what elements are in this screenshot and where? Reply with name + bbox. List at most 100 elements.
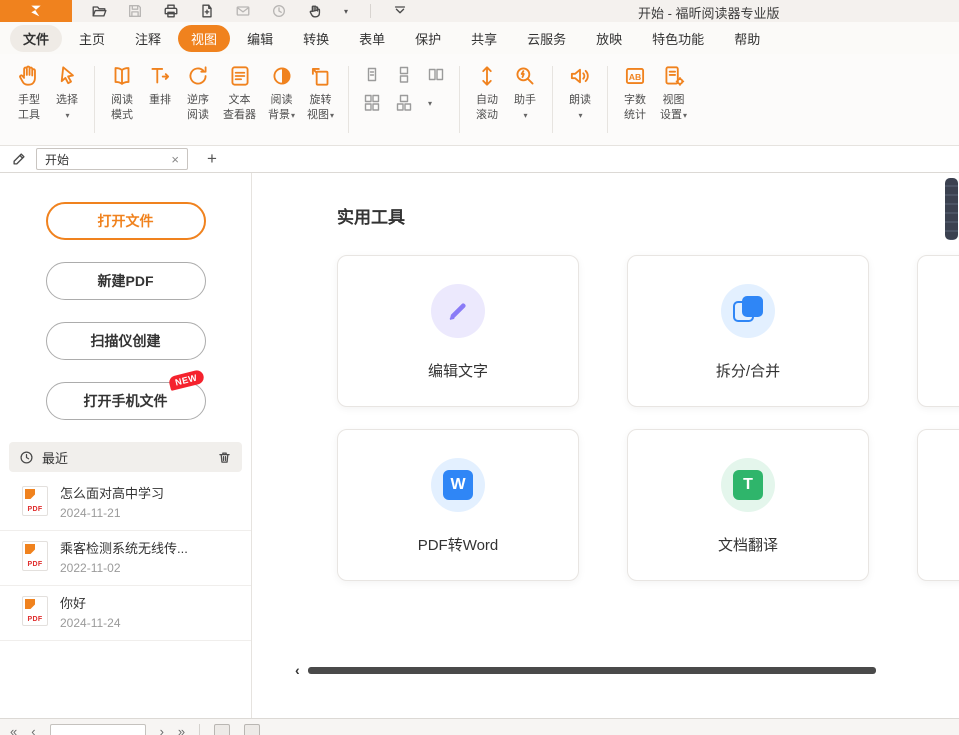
foxit-logo[interactable] bbox=[0, 0, 72, 22]
ribbon-tool-select[interactable]: 选择 ▾ bbox=[48, 62, 86, 124]
tool-label: 手型 bbox=[18, 93, 40, 108]
vertical-scrollbar-thumb[interactable] bbox=[945, 178, 958, 240]
ribbon-tool-rotate-view[interactable]: 旋转 视图▾ bbox=[301, 62, 340, 124]
save-icon[interactable] bbox=[126, 2, 144, 20]
ribbon-tool-read-mode[interactable]: 阅读 模式 bbox=[103, 62, 141, 124]
ribbon-tool-text-viewer[interactable]: 文本 查看器 bbox=[217, 62, 262, 124]
split-merge-icon bbox=[721, 284, 775, 338]
ribbon-group-separator bbox=[607, 66, 608, 133]
ribbon-tool-view-settings[interactable]: 视图 设置▾ bbox=[654, 62, 693, 124]
continuous-facing-icon[interactable] bbox=[363, 94, 381, 112]
tab-edit[interactable]: 编辑 bbox=[234, 25, 286, 52]
export-document-icon[interactable] bbox=[198, 2, 216, 20]
tool-card-edit-text[interactable]: 编辑文字 bbox=[337, 255, 579, 407]
recent-file-date: 2022-11-02 bbox=[60, 561, 188, 575]
page-number-input[interactable] bbox=[50, 724, 146, 735]
customize-toolbar-chevron-icon[interactable] bbox=[391, 2, 409, 20]
single-page-icon[interactable] bbox=[363, 66, 381, 84]
continuous-page-icon[interactable] bbox=[395, 66, 413, 84]
dropdown-arrow-icon: ▾ bbox=[291, 111, 295, 120]
dropdown-arrow-icon: ▾ bbox=[330, 111, 334, 120]
history-clock-icon[interactable] bbox=[270, 2, 288, 20]
open-folder-icon[interactable] bbox=[90, 2, 108, 20]
hand-gesture-icon[interactable] bbox=[306, 2, 324, 20]
ribbon-tool-assistant[interactable]: 助手 ▾ bbox=[506, 62, 544, 124]
document-tab-bar: 开始 × + bbox=[0, 146, 959, 173]
dropdown-arrow-icon: ▾ bbox=[65, 108, 69, 123]
tool-label: 视图 bbox=[663, 93, 685, 108]
statusbar-tool-icon[interactable] bbox=[244, 724, 260, 735]
ribbon-tool-read-aloud[interactable]: 朗读 ▾ bbox=[561, 62, 599, 124]
titlebar: ▾ 开始 - 福昕阅读器专业版 bbox=[0, 0, 959, 22]
edit-pencil-icon[interactable] bbox=[8, 149, 30, 169]
tool-card-label: PDF转Word bbox=[418, 534, 499, 555]
word-letter: W bbox=[443, 470, 473, 500]
foxit-reader-window: ▾ 开始 - 福昕阅读器专业版 文件 主页 注释 视图 编辑 转换 表单 保护 … bbox=[0, 0, 959, 735]
horizontal-scrollbar-thumb[interactable] bbox=[308, 667, 876, 674]
tab-home[interactable]: 主页 bbox=[66, 25, 118, 52]
tab-play[interactable]: 放映 bbox=[583, 25, 635, 52]
translate-letter: T bbox=[733, 470, 763, 500]
statusbar-tool-icon[interactable] bbox=[214, 724, 230, 735]
tab-share[interactable]: 共享 bbox=[458, 25, 510, 52]
tool-label: 朗读 bbox=[569, 93, 591, 108]
partial-tool-card[interactable] bbox=[917, 255, 959, 407]
tab-cloud[interactable]: 云服务 bbox=[514, 25, 579, 52]
tool-label: 选择 bbox=[56, 93, 78, 108]
tool-label: 助手 bbox=[514, 93, 536, 108]
ribbon-tool-read-background[interactable]: 阅读 背景▾ bbox=[262, 62, 301, 124]
ribbon-tool-reflow[interactable]: 重排 bbox=[141, 62, 179, 109]
previous-page-icon[interactable]: ‹ bbox=[31, 724, 35, 735]
recent-file-date: 2024-11-24 bbox=[60, 616, 121, 630]
ribbon-tool-reverse-read[interactable]: 逆序 阅读 bbox=[179, 62, 217, 124]
tool-label: 旋转 bbox=[310, 93, 332, 108]
ribbon-tool-auto-scroll[interactable]: 自动 滚动 bbox=[468, 62, 506, 124]
recent-header-label: 最近 bbox=[42, 448, 217, 467]
close-tab-icon[interactable]: × bbox=[171, 153, 179, 166]
tab-view[interactable]: 视图 bbox=[178, 25, 230, 52]
tab-comment[interactable]: 注释 bbox=[122, 25, 174, 52]
tab-file[interactable]: 文件 bbox=[10, 25, 62, 52]
recent-file-title: 怎么面对高中学习 bbox=[60, 486, 164, 502]
separate-cover-icon[interactable] bbox=[395, 94, 413, 112]
tool-card-translate[interactable]: T 文档翻译 bbox=[627, 429, 869, 581]
last-page-icon[interactable]: » bbox=[178, 724, 185, 735]
first-page-icon[interactable]: « bbox=[10, 724, 17, 735]
tab-help[interactable]: 帮助 bbox=[721, 25, 773, 52]
print-icon[interactable] bbox=[162, 2, 180, 20]
partial-tool-card[interactable] bbox=[917, 429, 959, 581]
tool-label: 文本 bbox=[229, 93, 251, 108]
tool-label: 字数 bbox=[624, 93, 646, 108]
ribbon-group-separator bbox=[94, 66, 95, 133]
open-file-button[interactable]: 打开文件 bbox=[46, 202, 206, 240]
new-pdf-button[interactable]: 新建PDF bbox=[46, 262, 206, 300]
recent-file-item[interactable]: PDF 乘客检测系统无线传... 2022-11-02 bbox=[0, 531, 251, 586]
document-tab-start[interactable]: 开始 × bbox=[36, 148, 188, 170]
hand-dropdown-arrow-icon[interactable]: ▾ bbox=[342, 2, 350, 20]
next-page-icon[interactable]: › bbox=[160, 724, 164, 735]
facing-pages-icon[interactable] bbox=[427, 66, 445, 84]
add-tab-icon[interactable]: + bbox=[202, 149, 222, 169]
tab-form[interactable]: 表单 bbox=[346, 25, 398, 52]
ribbon-tool-word-count[interactable]: AB 字数 统计 bbox=[616, 62, 654, 124]
tab-protect[interactable]: 保护 bbox=[402, 25, 454, 52]
tool-card-split-merge[interactable]: 拆分/合并 bbox=[627, 255, 869, 407]
scroll-left-arrow-icon[interactable]: ‹ bbox=[295, 663, 300, 677]
tab-convert[interactable]: 转换 bbox=[290, 25, 342, 52]
statusbar-separator bbox=[199, 724, 200, 735]
recent-file-item[interactable]: PDF 怎么面对高中学习 2024-11-21 bbox=[0, 476, 251, 531]
create-from-scanner-button[interactable]: 扫描仪创建 bbox=[46, 322, 206, 360]
mail-icon[interactable] bbox=[234, 2, 252, 20]
ribbon-tool-hand[interactable]: 手型 工具 bbox=[10, 62, 48, 124]
pdf-file-icon: PDF bbox=[22, 486, 48, 516]
status-bar: « ‹ › » bbox=[0, 718, 959, 735]
layout-dropdown-arrow-icon[interactable]: ▾ bbox=[428, 99, 432, 108]
recent-file-item[interactable]: PDF 你好 2024-11-24 bbox=[0, 586, 251, 641]
horizontal-scrollbar[interactable]: ‹ bbox=[295, 662, 876, 678]
reverse-read-icon bbox=[185, 63, 211, 89]
tool-card-label: 编辑文字 bbox=[428, 360, 488, 381]
tab-features[interactable]: 特色功能 bbox=[639, 25, 717, 52]
tool-card-pdf-to-word[interactable]: W PDF转Word bbox=[337, 429, 579, 581]
trash-icon[interactable] bbox=[217, 450, 232, 465]
tool-label: 阅读 bbox=[187, 108, 209, 123]
